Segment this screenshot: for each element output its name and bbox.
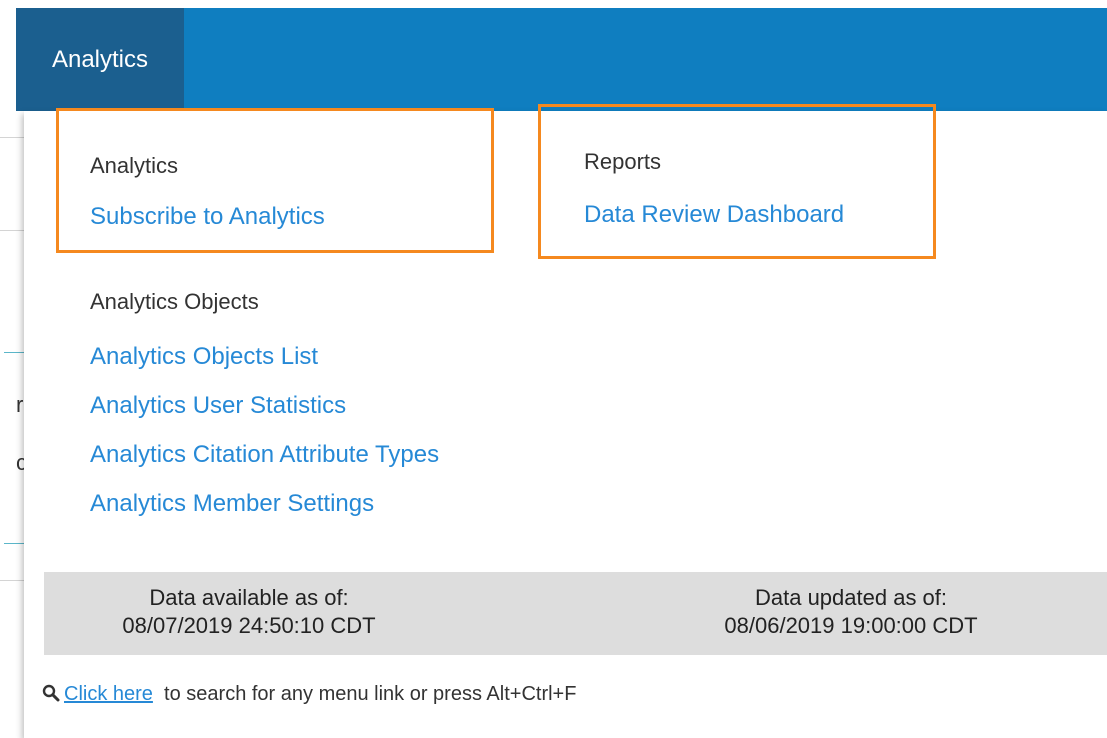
data-updated-info: Data updated as of: 08/06/2019 19:00:00 … — [656, 584, 1046, 640]
menu-link-analytics-objects-list[interactable]: Analytics Objects List — [90, 343, 318, 371]
section-heading: Reports — [584, 149, 662, 174]
divider — [0, 137, 24, 138]
divider — [0, 230, 24, 231]
data-available-info: Data available as of: 08/07/2019 24:50:1… — [84, 584, 414, 640]
data-updated-value: 08/06/2019 19:00:00 CDT — [724, 613, 978, 638]
highlight-box-analytics — [56, 108, 494, 253]
top-nav-bar: Analytics — [16, 8, 1107, 111]
menu-link-analytics-user-statistics[interactable]: Analytics User Statistics — [90, 392, 346, 420]
menu-link-subscribe-to-analytics[interactable]: Subscribe to Analytics — [90, 203, 325, 231]
data-available-value: 08/07/2019 24:50:10 CDT — [122, 613, 376, 638]
search-hint-text: to search for any menu link or press Alt… — [164, 683, 577, 705]
data-updated-label: Data updated as of: — [754, 585, 948, 610]
nav-tab-analytics[interactable]: Analytics — [16, 8, 184, 111]
data-status-bar: Data available as of: 08/07/2019 24:50:1… — [44, 572, 1107, 655]
section-heading: Analytics Objects — [90, 289, 259, 314]
background-panel-edge — [4, 352, 24, 544]
menu-link-analytics-member-settings[interactable]: Analytics Member Settings — [90, 490, 374, 518]
click-here-link[interactable]: Click here — [64, 683, 153, 705]
section-heading: Analytics — [90, 153, 179, 178]
search-icon — [42, 684, 60, 708]
highlight-box-reports — [538, 104, 936, 259]
background-text-fragment: r — [16, 392, 24, 417]
menu-link-data-review-dashboard[interactable]: Data Review Dashboard — [584, 201, 844, 229]
menu-search-hint: Click here to search for any menu link o… — [42, 683, 576, 708]
menu-link-analytics-citation-attribute-types[interactable]: Analytics Citation Attribute Types — [90, 441, 439, 469]
page: r c Analytics Analytics Subscribe to Ana… — [0, 0, 1107, 738]
data-available-label: Data available as of: — [149, 585, 349, 610]
divider — [0, 580, 24, 581]
analytics-dropdown-menu: Analytics Subscribe to Analytics Reports… — [24, 104, 1107, 738]
